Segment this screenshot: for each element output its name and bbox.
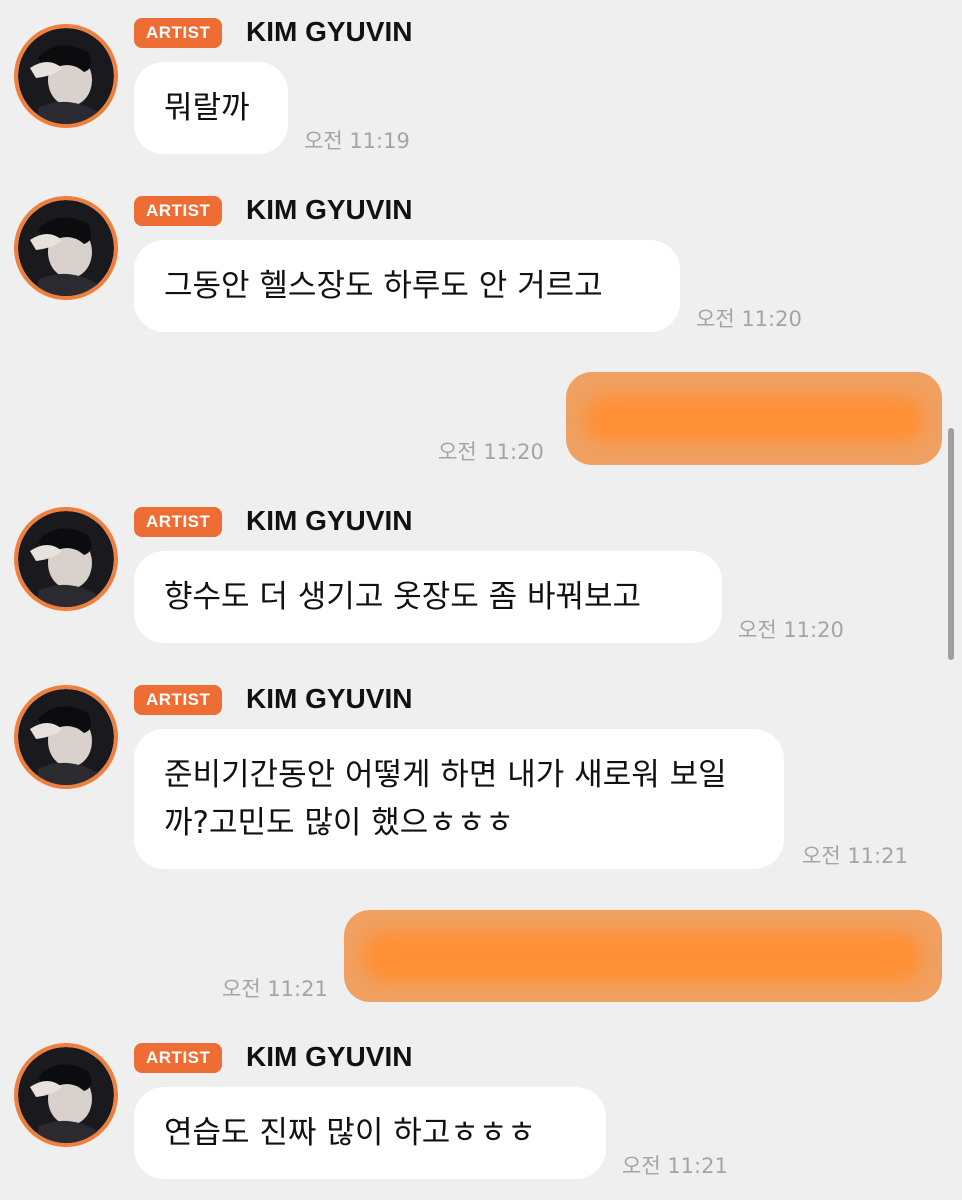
message-timestamp: 오전 11:21 [222, 977, 328, 1001]
message-timestamp: 오전 11:21 [622, 1154, 728, 1178]
message-timestamp: 오전 11:20 [696, 307, 802, 331]
artist-avatar[interactable] [14, 24, 118, 128]
artist-avatar[interactable] [14, 196, 118, 300]
redaction-blur [362, 932, 922, 982]
message-timestamp: 오전 11:19 [304, 129, 410, 153]
artist-name: KIM GYUVIN [246, 194, 413, 225]
message-timestamp: 오전 11:21 [802, 844, 908, 868]
artist-name: KIM GYUVIN [246, 683, 413, 714]
artist-badge: ARTIST [134, 1043, 223, 1073]
message-bubble[interactable]: 연습도 진짜 많이 하고ㅎㅎㅎ [134, 1087, 606, 1179]
message-bubble[interactable]: 향수도 더 생기고 옷장도 좀 바꿔보고 [134, 551, 722, 643]
scrollbar[interactable] [948, 428, 954, 660]
artist-name: KIM GYUVIN [246, 505, 413, 536]
message-bubble[interactable]: 준비기간동안 어떻게 하면 내가 새로워 보일까?고민도 많이 했으ㅎㅎㅎ [134, 729, 784, 869]
fan-message-bubble[interactable] [344, 910, 942, 1002]
artist-avatar[interactable] [14, 1043, 118, 1147]
artist-name: KIM GYUVIN [246, 1041, 413, 1072]
artist-badge: ARTIST [134, 196, 223, 226]
artist-avatar[interactable] [14, 507, 118, 611]
message-timestamp: 오전 11:20 [738, 618, 844, 642]
redaction-blur [584, 396, 924, 442]
artist-badge: ARTIST [134, 507, 223, 537]
message-bubble[interactable]: 그동안 헬스장도 하루도 안 거르고 [134, 240, 680, 332]
artist-badge: ARTIST [134, 18, 223, 48]
fan-message-bubble[interactable] [566, 372, 942, 465]
artist-badge: ARTIST [134, 685, 223, 715]
artist-name: KIM GYUVIN [246, 16, 413, 47]
artist-avatar[interactable] [14, 685, 118, 789]
message-bubble[interactable]: 뭐랄까 [134, 62, 288, 154]
message-timestamp: 오전 11:20 [438, 440, 544, 464]
